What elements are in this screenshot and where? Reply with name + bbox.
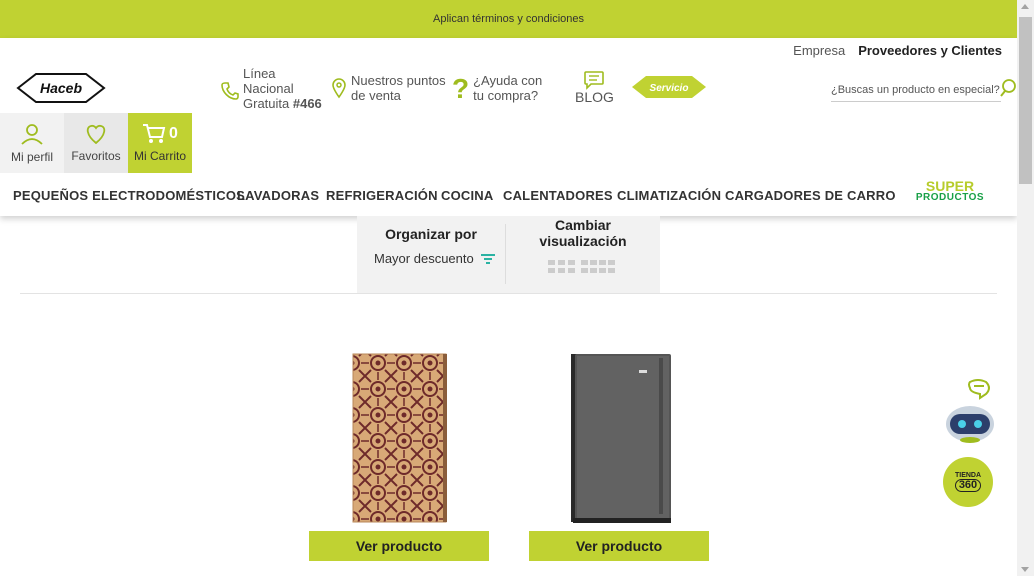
linea-line3: Gratuita <box>243 96 293 111</box>
ayuda-line1: ¿Ayuda con <box>473 73 543 88</box>
mi-perfil-button[interactable]: Mi perfil <box>0 113 64 173</box>
location-pin-icon <box>332 78 346 99</box>
filter-icon <box>480 253 495 264</box>
sort-title: Organizar por <box>385 226 477 242</box>
mi-perfil-label: Mi perfil <box>10 150 53 164</box>
content-divider <box>20 293 997 294</box>
linea-line1: Línea <box>243 66 276 81</box>
help-question-icon: ? <box>452 72 470 104</box>
proveedores-link[interactable]: Proveedores y Clientes <box>858 43 1002 58</box>
nav-item-cocina[interactable]: COCINA <box>441 188 493 203</box>
puntos-line2: de venta <box>351 88 401 103</box>
sort-control[interactable]: Organizar por Mayor descuento <box>357 216 505 293</box>
favoritos-label: Favoritos <box>71 149 121 163</box>
ayuda-compra[interactable]: ? ¿Ayuda con tu compra? <box>452 73 542 103</box>
nav-item-refrigeracion[interactable]: REFRIGERACIÓN <box>326 188 438 203</box>
product-card: Ver producto <box>309 350 489 561</box>
logo-text: Haceb <box>40 80 82 96</box>
view-control: Cambiar visualización <box>506 216 660 293</box>
search-input[interactable] <box>831 83 1001 96</box>
search-bar <box>831 78 1001 102</box>
view-title: Cambiar visualización <box>506 217 660 249</box>
servicio-badge[interactable]: Servicio <box>630 74 708 105</box>
tienda-label: TIENDA <box>954 472 982 479</box>
scroll-down-arrow-icon[interactable] <box>1021 567 1029 572</box>
linea-number: #466 <box>292 96 322 111</box>
tienda-360-label: 360 <box>954 479 982 492</box>
nav-item-pequenos-electrodomesticos[interactable]: PEQUEÑOS ELECTRODOMÉSTICOS <box>13 188 245 203</box>
chatbot-robot-icon[interactable] <box>940 378 1000 451</box>
scroll-thumb[interactable] <box>1019 17 1032 184</box>
ayuda-line2: tu compra? <box>473 88 539 103</box>
site-header: Empresa Proveedores y Clientes Haceb Lín… <box>0 38 1017 216</box>
mi-carrito-label: Mi Carrito <box>133 149 186 163</box>
sort-value[interactable]: Mayor descuento <box>374 251 496 266</box>
tienda-360-button[interactable]: TIENDA 360 <box>943 457 993 507</box>
linea-nacional[interactable]: Línea Nacional Gratuita #466 <box>220 66 322 111</box>
nav-item-climatizacion[interactable]: CLIMATIZACIÓN <box>617 188 721 203</box>
nav-item-calentadores[interactable]: CALENTADORES <box>503 188 613 203</box>
sort-view-panel: Organizar por Mayor descuento Cambiar vi… <box>357 216 660 293</box>
grid-3-columns-icon[interactable] <box>548 260 575 274</box>
linea-line2: Nacional <box>243 81 294 96</box>
promo-banner[interactable]: Aplican términos y condiciones <box>0 0 1017 38</box>
product-image-gray-fridge[interactable] <box>529 350 709 525</box>
nav-item-cargadores-de-carro[interactable]: CARGADORES DE CARRO <box>725 188 896 203</box>
phone-icon <box>221 81 239 100</box>
search-icon[interactable] <box>999 78 1017 103</box>
cart-icon <box>143 124 166 143</box>
product-image-patterned-fridge[interactable] <box>309 350 489 525</box>
haceb-logo[interactable]: Haceb <box>16 71 106 105</box>
blog-link[interactable]: BLOG <box>575 70 614 105</box>
view-title-line1: Cambiar <box>554 217 612 233</box>
account-bar: Mi perfil Favoritos 0 Mi Carrito <box>0 113 192 173</box>
super-productos-line2: PRODUCTOS <box>915 192 985 203</box>
user-icon <box>21 124 43 145</box>
empresa-link[interactable]: Empresa <box>793 43 845 58</box>
sort-value-label: Mayor descuento <box>374 251 474 266</box>
product-card: Ver producto <box>529 350 709 561</box>
favoritos-button[interactable]: Favoritos <box>64 113 128 173</box>
puntos-line1: Nuestros puntos <box>351 73 446 88</box>
mi-carrito-button[interactable]: 0 Mi Carrito <box>128 113 192 173</box>
super-productos-link[interactable]: SUPER PRODUCTOS <box>915 178 985 203</box>
ver-producto-button[interactable]: Ver producto <box>309 531 489 561</box>
puntos-de-venta[interactable]: Nuestros puntos de venta <box>330 73 446 103</box>
promo-banner-text: Aplican términos y condiciones <box>432 13 585 25</box>
super-productos-line1: SUPER <box>925 178 975 194</box>
scrollbar[interactable] <box>1017 0 1034 576</box>
ver-producto-button[interactable]: Ver producto <box>529 531 709 561</box>
servicio-label: Servicio <box>650 83 689 94</box>
top-links: Empresa Proveedores y Clientes <box>793 43 1002 58</box>
view-title-line2: visualización <box>539 233 627 249</box>
blog-label: BLOG <box>575 89 614 105</box>
cart-count: 0 <box>169 125 178 142</box>
heart-icon <box>86 124 106 145</box>
nav-item-lavadoras[interactable]: LAVADORAS <box>237 188 319 203</box>
grid-4-columns-icon[interactable] <box>581 260 617 274</box>
main-nav: PEQUEÑOS ELECTRODOMÉSTICOS LAVADORAS REF… <box>0 179 1017 210</box>
chat-bubble-icon <box>584 71 605 90</box>
view-icons <box>548 260 617 274</box>
scroll-up-arrow-icon[interactable] <box>1021 4 1029 9</box>
